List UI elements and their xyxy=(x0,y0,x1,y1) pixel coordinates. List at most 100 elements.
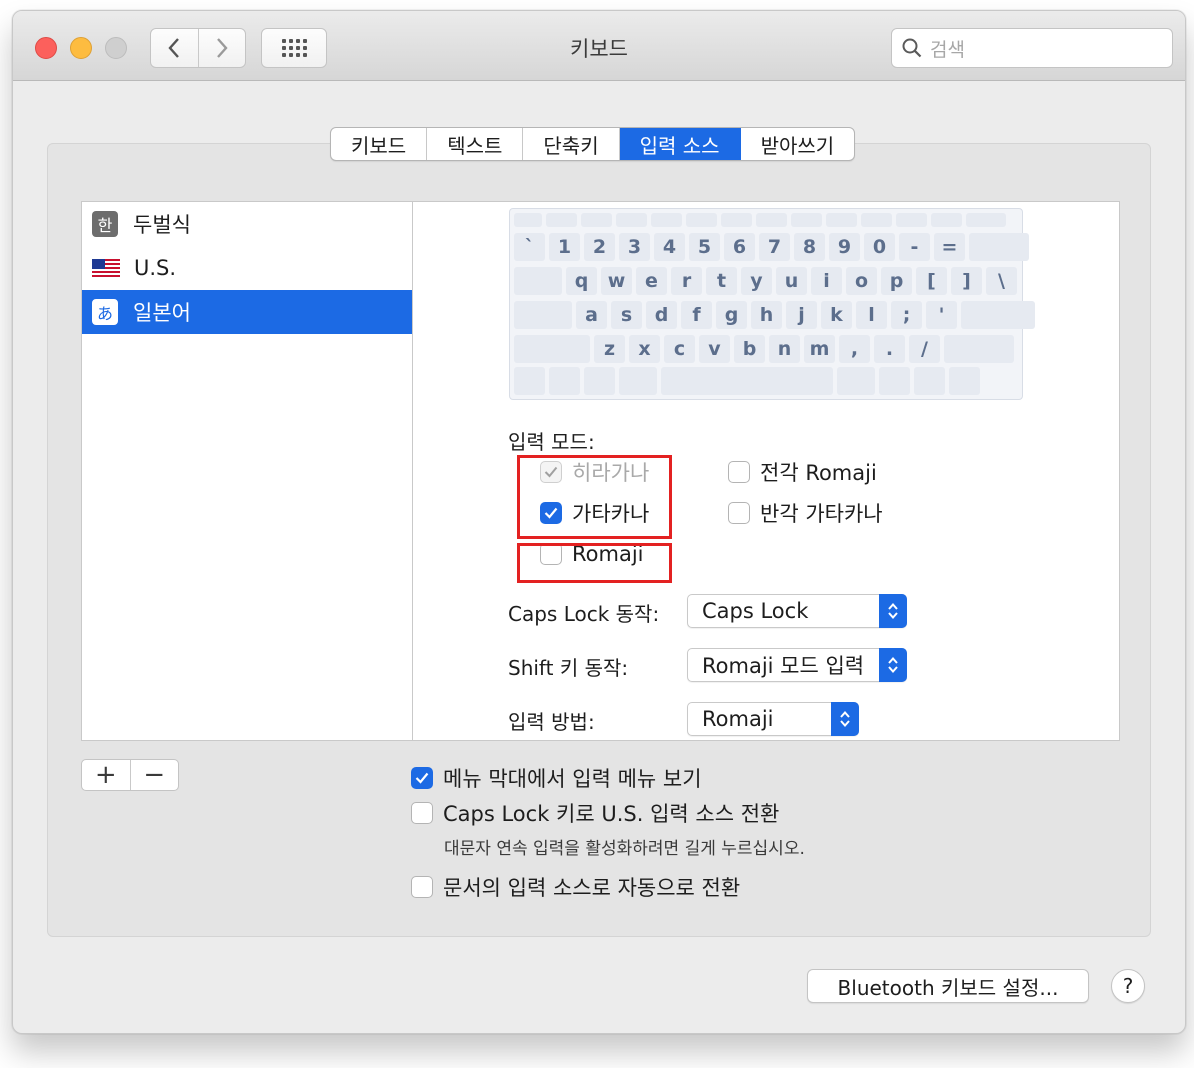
source-item-2set-korean[interactable]: 한 두벌식 xyxy=(82,202,412,246)
keyboard-modifier-key xyxy=(944,335,1014,363)
shift-action-value: Romaji 모드 입력 xyxy=(702,654,865,678)
keyboard-qwerty-row: q w e r t y u i o p[] \ xyxy=(514,267,1017,295)
keyboard-key: ` xyxy=(514,233,545,261)
show-input-menu-label: 메뉴 막대에서 입력 메뉴 보기 xyxy=(443,767,702,791)
keyboard-key: 1 xyxy=(549,233,580,261)
keyboard-key: [ xyxy=(916,267,947,295)
source-item-japanese[interactable]: あ 일본어 xyxy=(82,290,412,334)
keyboard-modifier-key xyxy=(514,301,572,329)
keyboard-key: p xyxy=(881,267,912,295)
keyboard-key: l xyxy=(856,301,887,329)
keyboard-key: q xyxy=(566,267,597,295)
keyboard-key: ] xyxy=(951,267,982,295)
fullwidth-romaji-option[interactable]: 전각 Romaji xyxy=(728,457,877,487)
highlight-box xyxy=(517,543,672,583)
keyboard-key: m xyxy=(804,335,835,363)
keyboard-bottom-row: z x c v b n m,. / xyxy=(514,335,1014,363)
keyboard-key: t xyxy=(706,267,737,295)
highlight-box xyxy=(517,455,672,539)
keyboard-key: k xyxy=(821,301,852,329)
caps-lock-switch-label: Caps Lock 키로 U.S. 입력 소스 전환 xyxy=(443,802,780,826)
source-label: 일본어 xyxy=(133,301,191,325)
caps-lock-action-popup[interactable]: Caps Lock xyxy=(687,594,907,628)
keyboard-key: , xyxy=(839,335,870,363)
shift-action-popup[interactable]: Romaji 모드 입력 xyxy=(687,648,907,682)
tab-input-sources[interactable]: 입력 소스 xyxy=(619,128,741,160)
auto-switch-label: 문서의 입력 소스로 자동으로 전환 xyxy=(443,876,741,900)
bluetooth-keyboard-setup-button[interactable]: Bluetooth 키보드 설정... xyxy=(807,969,1089,1003)
updown-chevron-icon xyxy=(879,648,907,682)
input-method-value: Romaji xyxy=(702,707,774,731)
hangul-icon: 한 xyxy=(92,211,118,237)
source-item-us[interactable]: U.S. xyxy=(82,246,412,290)
tab-dictation[interactable]: 받아쓰기 xyxy=(741,128,855,160)
input-source-detail: ` 1 2 3 4 5 6 7 8 9 0- = q w e r t y u i o p[] \ a s d f g h j k l; ' … xyxy=(413,201,1120,741)
caps-lock-hint: 대문자 연속 입력을 활성화하려면 길게 누르십시오. xyxy=(444,839,805,859)
keyboard-modifier-key xyxy=(961,301,1035,329)
keyboard-space-row xyxy=(514,367,980,395)
keyboard-key: 3 xyxy=(619,233,650,261)
input-mode-label: 입력 모드: xyxy=(508,430,595,454)
preferences-window: 키보드 검색 키보드 텍스트 단축키 입력 소스 받아쓰기 한 두벌식 U.S.… xyxy=(12,10,1186,1034)
keyboard-key: 4 xyxy=(654,233,685,261)
keyboard-key: 9 xyxy=(829,233,860,261)
keyboard-modifier-key xyxy=(969,233,1029,261)
keyboard-home-row: a s d f g h j k l; ' xyxy=(514,301,1035,329)
keyboard-key: - xyxy=(899,233,930,261)
hiragana-a-icon: あ xyxy=(92,299,118,325)
keyboard-key: f xyxy=(681,301,712,329)
keyboard-key: c xyxy=(664,335,695,363)
tab-text[interactable]: 텍스트 xyxy=(427,128,524,160)
keyboard-key: 2 xyxy=(584,233,615,261)
caps-lock-switch-option[interactable]: Caps Lock 키로 U.S. 입력 소스 전환 xyxy=(411,798,779,828)
keyboard-key: g xyxy=(716,301,747,329)
keyboard-key: n xyxy=(769,335,800,363)
keyboard-key: ; xyxy=(891,301,922,329)
shift-action-label: Shift 키 동작: xyxy=(508,656,629,680)
caps-lock-action-value: Caps Lock xyxy=(702,599,809,623)
keyboard-key: 6 xyxy=(724,233,755,261)
keyboard-key: z xyxy=(594,335,625,363)
keyboard-key: 8 xyxy=(794,233,825,261)
source-label: 두벌식 xyxy=(133,213,191,237)
fullwidth-romaji-label: 전각 Romaji xyxy=(760,461,877,485)
keyboard-key: 0 xyxy=(864,233,895,261)
keyboard-modifier-key xyxy=(514,335,590,363)
title-bar: 키보드 검색 xyxy=(13,11,1185,81)
fullwidth-romaji-checkbox[interactable] xyxy=(728,461,750,483)
tab-keyboard[interactable]: 키보드 xyxy=(331,128,428,160)
keyboard-key: r xyxy=(671,267,702,295)
search-icon xyxy=(902,38,922,58)
remove-source-button[interactable]: − xyxy=(131,760,179,790)
search-field[interactable]: 검색 xyxy=(891,28,1173,68)
show-input-menu-checkbox[interactable] xyxy=(411,767,433,789)
keyboard-key: x xyxy=(629,335,660,363)
tab-shortcuts[interactable]: 단축키 xyxy=(523,128,620,160)
halfwidth-katakana-option[interactable]: 반각 가타카나 xyxy=(728,498,883,528)
keyboard-key: 5 xyxy=(689,233,720,261)
input-method-popup[interactable]: Romaji xyxy=(687,702,859,736)
halfwidth-katakana-checkbox[interactable] xyxy=(728,502,750,524)
checkmark-icon xyxy=(415,772,429,784)
keyboard-key: u xyxy=(776,267,807,295)
keyboard-modifier-key xyxy=(514,267,562,295)
keyboard-key: h xyxy=(751,301,782,329)
auto-switch-checkbox[interactable] xyxy=(411,876,433,898)
show-input-menu-option[interactable]: 메뉴 막대에서 입력 메뉴 보기 xyxy=(411,763,702,793)
tab-bar: 키보드 텍스트 단축키 입력 소스 받아쓰기 xyxy=(330,127,856,161)
auto-switch-option[interactable]: 문서의 입력 소스로 자동으로 전환 xyxy=(411,872,740,902)
help-button[interactable]: ? xyxy=(1111,969,1145,1003)
input-source-list[interactable]: 한 두벌식 U.S. あ 일본어 xyxy=(81,201,413,741)
keyboard-key: . xyxy=(874,335,905,363)
keyboard-key: o xyxy=(846,267,877,295)
input-method-label: 입력 방법: xyxy=(508,710,595,734)
keyboard-key: w xyxy=(601,267,632,295)
source-label: U.S. xyxy=(134,256,177,280)
keyboard-preview: ` 1 2 3 4 5 6 7 8 9 0- = q w e r t y u i o p[] \ a s d f g h j k l; ' … xyxy=(509,208,1035,400)
updown-chevron-icon xyxy=(879,594,907,628)
us-flag-icon xyxy=(92,259,120,277)
add-remove-buttons: + − xyxy=(81,759,179,791)
keyboard-key: e xyxy=(636,267,667,295)
add-source-button[interactable]: + xyxy=(82,760,131,790)
caps-lock-switch-checkbox[interactable] xyxy=(411,802,433,824)
